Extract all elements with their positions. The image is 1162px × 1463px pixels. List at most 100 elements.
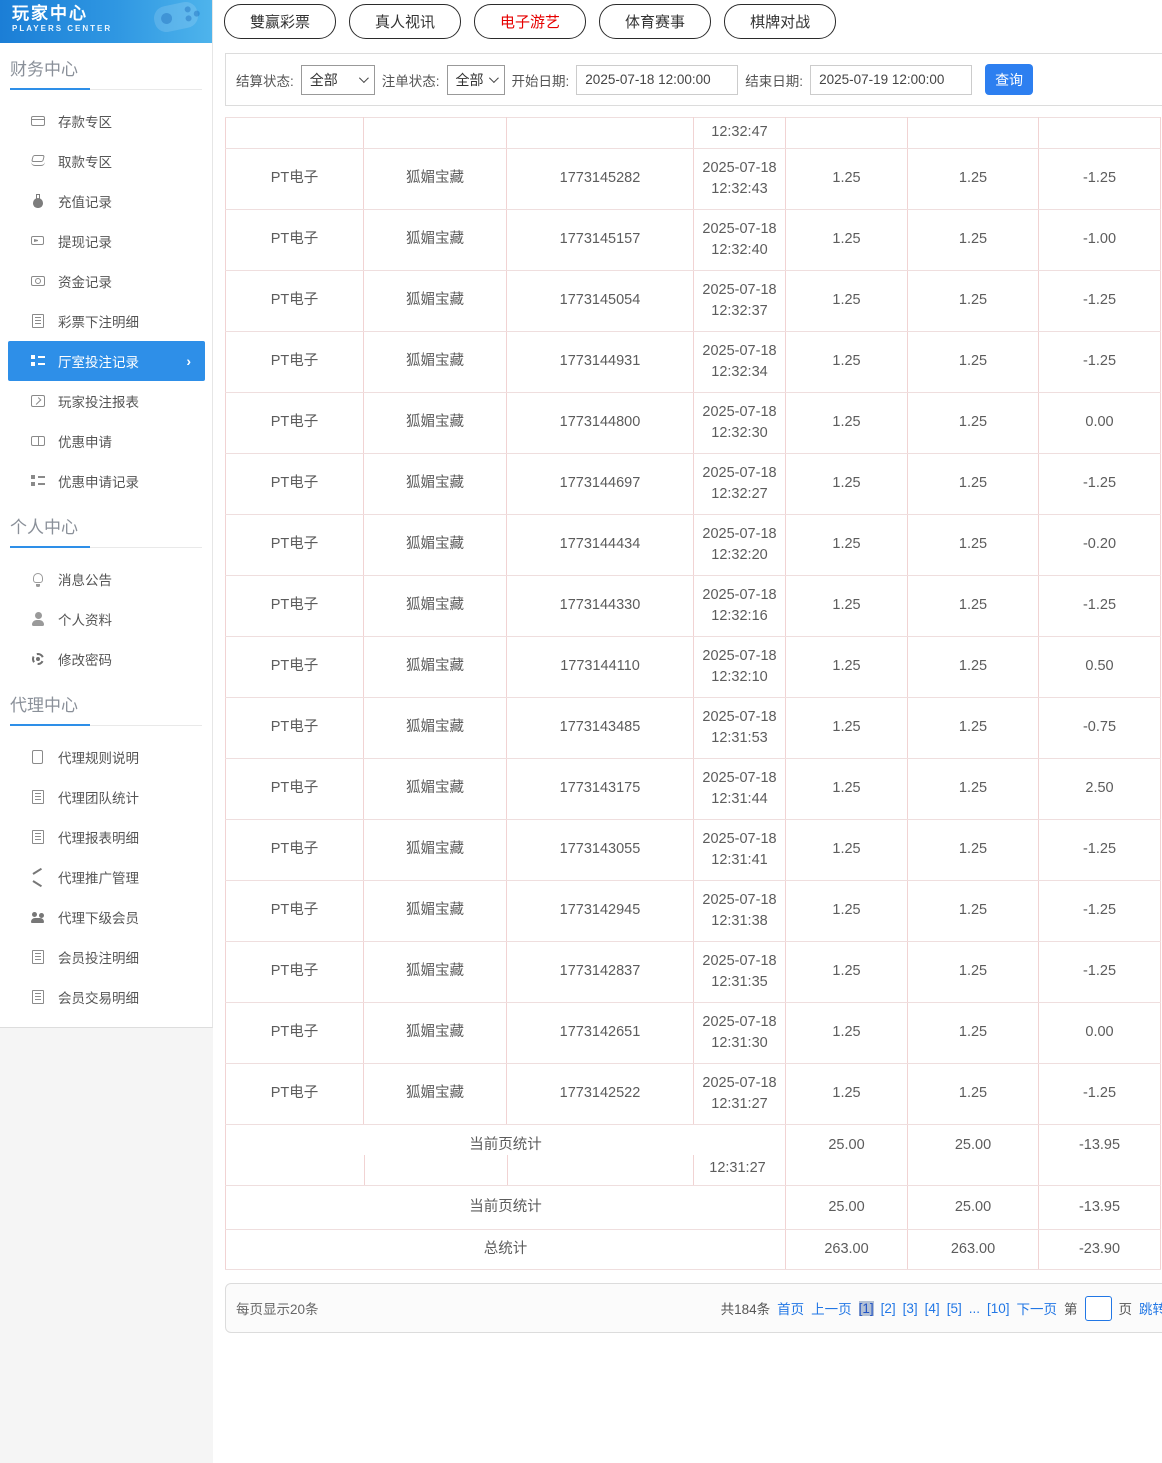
cell-winloss: -0.20 bbox=[1038, 514, 1161, 576]
cell-bet: 1.25 bbox=[785, 453, 908, 515]
game-category-tab[interactable]: 棋牌对战 bbox=[724, 4, 837, 39]
cell-date-line: 2025-07-18 bbox=[702, 1074, 777, 1091]
sidebar-item[interactable]: 彩票下注明细 bbox=[0, 301, 212, 341]
sidebar-item[interactable]: 会员投注明细 bbox=[0, 937, 212, 977]
summary-winloss: -13.95 bbox=[1038, 1124, 1161, 1186]
cell-order-no: 1773144110 bbox=[506, 636, 694, 698]
table-row: PT电子 狐媚宝藏 1773142837 2025-07-18 12:31:35… bbox=[225, 941, 1161, 1003]
sidebar-item[interactable]: 优惠申请 bbox=[0, 421, 212, 461]
sidebar-item[interactable]: 代理报表明细 bbox=[0, 817, 212, 857]
game-category-tab[interactable]: 体育赛事 bbox=[599, 4, 712, 39]
page-number-link[interactable]: [10] bbox=[987, 1301, 1010, 1316]
cell-winloss: 0.00 bbox=[1038, 392, 1161, 454]
cell-bet: 1.25 bbox=[785, 148, 908, 210]
sidebar-item-label: 资金记录 bbox=[58, 275, 112, 290]
cell-winloss: -1.25 bbox=[1038, 453, 1161, 515]
cell-time: 2025-07-18 12:32:40 bbox=[693, 209, 786, 271]
promo-record-icon bbox=[30, 473, 46, 489]
cell-winloss: 2.50 bbox=[1038, 758, 1161, 820]
cell-date-line: 2025-07-18 bbox=[702, 281, 777, 298]
chevron-down-icon bbox=[488, 73, 499, 84]
game-category-tab[interactable]: 真人视讯 bbox=[349, 4, 462, 39]
cell-platform: PT电子 bbox=[225, 209, 364, 271]
jump-prefix-label: 第 bbox=[1064, 1302, 1078, 1317]
cell-game: 狐媚宝藏 bbox=[363, 880, 507, 942]
order-status-select[interactable]: 全部 bbox=[446, 64, 505, 95]
next-page-link[interactable]: 下一页 bbox=[1017, 1298, 1058, 1318]
cell-time: 2025-07-18 12:31:27 bbox=[693, 1063, 786, 1125]
sidebar-item[interactable]: 提现记录 bbox=[0, 221, 212, 261]
sidebar-item[interactable]: 厅室投注记录 › bbox=[8, 341, 205, 381]
cell-game: 狐媚宝藏 bbox=[363, 819, 507, 881]
cell-game: 狐媚宝藏 bbox=[363, 636, 507, 698]
sidebar-item[interactable]: 代理下级会员 bbox=[0, 897, 212, 937]
table-row: PT电子 狐媚宝藏 1773145054 2025-07-18 12:32:37… bbox=[225, 270, 1161, 332]
main-content: 雙赢彩票 真人视讯 电子游艺 体育赛事 棋牌对战 结算状态: 全部 注单状态: … bbox=[213, 0, 1162, 1463]
table-row: PT电子 狐媚宝藏 1773144434 2025-07-18 12:32:20… bbox=[225, 514, 1161, 576]
users-icon bbox=[30, 909, 46, 925]
cell-time-line: 12:31:38 bbox=[711, 913, 768, 929]
settle-status-label: 结算状态: bbox=[236, 73, 294, 89]
cell-date-line: 2025-07-18 bbox=[702, 830, 777, 847]
table-row-partial: 12:32:47 bbox=[225, 117, 1161, 149]
page-number-link[interactable]: ... bbox=[969, 1301, 980, 1316]
sidebar-item[interactable]: 会员交易明细 bbox=[0, 977, 212, 1017]
page-number-link[interactable]: [2] bbox=[881, 1301, 896, 1316]
page-number-link[interactable]: [5] bbox=[947, 1301, 962, 1316]
filter-bar: 结算状态: 全部 注单状态: 全部 开始日期: 结束日期: 查询 bbox=[225, 53, 1162, 106]
order-status-value: 全部 bbox=[455, 71, 484, 88]
sidebar-item[interactable]: 消息公告 bbox=[0, 559, 212, 599]
table-row: PT电子 狐媚宝藏 1773144931 2025-07-18 12:32:34… bbox=[225, 331, 1161, 393]
sidebar-item[interactable]: 个人资料 bbox=[0, 599, 212, 639]
sidebar-item[interactable]: 资金记录 bbox=[0, 261, 212, 301]
jump-page-input[interactable] bbox=[1084, 1295, 1112, 1321]
prev-page-link[interactable]: 上一页 bbox=[811, 1298, 852, 1318]
cell-time: 2025-07-18 12:31:35 bbox=[693, 941, 786, 1003]
sidebar-item[interactable]: 充值记录 bbox=[0, 181, 212, 221]
share-icon bbox=[30, 869, 46, 885]
cell-game: 狐媚宝藏 bbox=[363, 453, 507, 515]
cell-winloss: -1.25 bbox=[1038, 819, 1161, 881]
sidebar-item[interactable]: 存款专区 bbox=[0, 101, 212, 141]
end-date-input[interactable] bbox=[810, 64, 973, 95]
sidebar-item[interactable]: 代理团队统计 bbox=[0, 777, 212, 817]
sidebar-item-label: 会员投注明细 bbox=[58, 951, 139, 966]
sidebar-item-label: 玩家投注报表 bbox=[58, 395, 139, 410]
page-number-link[interactable]: [4] bbox=[925, 1301, 940, 1316]
order-status-label: 注单状态: bbox=[381, 73, 440, 89]
game-category-tab[interactable]: 电子游艺 bbox=[474, 4, 587, 39]
sidebar-item[interactable]: 取款专区 bbox=[0, 141, 212, 181]
sidebar-item[interactable]: 优惠申请记录 bbox=[0, 461, 212, 501]
settle-status-select[interactable]: 全部 bbox=[300, 64, 375, 95]
gear-icon bbox=[30, 651, 46, 667]
cell-platform: PT电子 bbox=[225, 880, 364, 942]
cell-order-no: 1773145282 bbox=[506, 148, 694, 210]
game-category-tab[interactable]: 雙赢彩票 bbox=[224, 4, 337, 39]
jump-suffix-label: 页 bbox=[1118, 1302, 1133, 1317]
first-page-link[interactable]: 首页 bbox=[777, 1298, 804, 1318]
sidebar-item[interactable]: 修改密码 bbox=[0, 639, 212, 679]
withdraw-icon bbox=[30, 153, 46, 169]
sidebar-item-label: 代理报表明细 bbox=[58, 831, 139, 846]
cell-bet: 1.25 bbox=[785, 331, 908, 393]
start-date-label: 开始日期: bbox=[511, 73, 570, 89]
cell-bet: 1.25 bbox=[785, 270, 908, 332]
start-date-input[interactable] bbox=[576, 64, 739, 95]
cell-bet: 1.25 bbox=[785, 575, 908, 637]
summary-bet: 263.00 bbox=[785, 1229, 908, 1270]
page-number-link[interactable]: [1] bbox=[858, 1300, 874, 1316]
ghost-time-fragment: 12:31:27 bbox=[709, 1160, 766, 1176]
cell-bet: 1.25 bbox=[785, 514, 908, 576]
cell-valid: 1.25 bbox=[907, 880, 1039, 942]
jump-button[interactable]: 跳转 bbox=[1139, 1298, 1162, 1318]
table-row: PT电子 狐媚宝藏 1773144330 2025-07-18 12:32:16… bbox=[225, 575, 1161, 637]
cell-winloss bbox=[1038, 117, 1161, 149]
sidebar-item[interactable]: 玩家投注报表 bbox=[0, 381, 212, 421]
sidebar-item-label: 会员交易明细 bbox=[58, 991, 139, 1006]
page-number-link[interactable]: [3] bbox=[903, 1301, 918, 1316]
cell-valid: 1.25 bbox=[907, 1002, 1039, 1064]
table-row: PT电子 狐媚宝藏 1773145282 2025-07-18 12:32:43… bbox=[225, 148, 1161, 210]
sidebar-item[interactable]: 代理规则说明 bbox=[0, 737, 212, 777]
sidebar-item[interactable]: 代理推广管理 bbox=[0, 857, 212, 897]
search-button[interactable]: 查询 bbox=[985, 64, 1034, 95]
